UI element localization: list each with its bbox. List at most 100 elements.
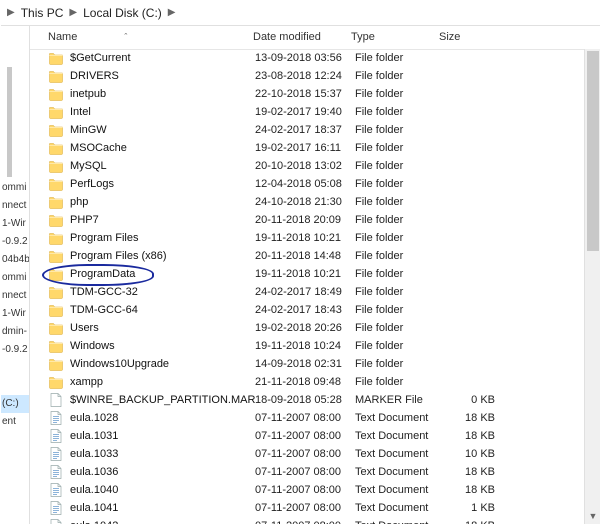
file-date: 20-11-2018 20:09 <box>255 211 355 229</box>
navpane-item[interactable] <box>1 107 29 125</box>
navpane-item[interactable] <box>1 359 29 377</box>
file-name: Program Files <box>70 229 255 247</box>
table-row[interactable]: eula.104007-11-2007 08:00Text Document18… <box>30 481 600 499</box>
navpane-item[interactable]: 1-Wir <box>1 215 29 233</box>
navpane-item[interactable] <box>1 377 29 395</box>
table-row[interactable]: eula.103307-11-2007 08:00Text Document10… <box>30 445 600 463</box>
table-row[interactable]: xampp21-11-2018 09:48File folder <box>30 373 600 391</box>
file-type: File folder <box>355 211 441 229</box>
table-row[interactable]: eula.104107-11-2007 08:00Text Document1 … <box>30 499 600 517</box>
table-row[interactable]: PerfLogs12-04-2018 05:08File folder <box>30 175 600 193</box>
text-file-icon <box>48 428 64 444</box>
table-row[interactable]: eula.103107-11-2007 08:00Text Document18… <box>30 427 600 445</box>
folder-icon <box>48 194 64 210</box>
table-row[interactable]: inetpub22-10-2018 15:37File folder <box>30 85 600 103</box>
column-headers: Name ˆ Date modified Type Size <box>30 25 600 50</box>
navpane-item[interactable]: nnect <box>1 197 29 215</box>
table-row[interactable]: Windows19-11-2018 10:24File folder <box>30 337 600 355</box>
file-type: File folder <box>355 175 441 193</box>
file-name: eula.1031 <box>70 427 255 445</box>
navpane-item[interactable]: ent <box>1 413 29 431</box>
navpane-item[interactable]: -0.9.2 <box>1 341 29 359</box>
file-date: 19-11-2018 10:24 <box>255 337 355 355</box>
navpane-item[interactable] <box>1 161 29 179</box>
column-header-type[interactable]: Type <box>351 31 439 43</box>
explorer-window: ▶ This PC ▶ Local Disk (C:) ▶ omminnect1… <box>0 0 600 525</box>
file-size: 10 KB <box>441 445 499 463</box>
navpane-item[interactable]: 1-Wir <box>1 305 29 323</box>
navigation-pane[interactable]: omminnect1-Wir-0.9.204b4bomminnect1-Wird… <box>1 25 30 524</box>
navpane-item[interactable] <box>1 71 29 89</box>
file-type: File folder <box>355 139 441 157</box>
folder-icon <box>48 86 64 102</box>
table-row[interactable]: TDM-GCC-6424-02-2017 18:43File folder <box>30 301 600 319</box>
chevron-right-icon: ▶ <box>7 1 15 25</box>
folder-icon <box>48 284 64 300</box>
table-row[interactable]: $WINRE_BACKUP_PARTITION.MARKER18-09-2018… <box>30 391 600 409</box>
file-date: 07-11-2007 08:00 <box>255 427 355 445</box>
navpane-item[interactable] <box>1 89 29 107</box>
table-row[interactable]: PHP720-11-2018 20:09File folder <box>30 211 600 229</box>
text-file-icon <box>48 446 64 462</box>
breadcrumb-item[interactable]: Local Disk (C:) <box>83 1 162 25</box>
breadcrumb-item[interactable]: This PC <box>21 1 64 25</box>
column-header-size[interactable]: Size <box>439 31 497 43</box>
folder-icon <box>48 104 64 120</box>
file-type: Text Document <box>355 427 441 445</box>
table-row[interactable]: Intel19-02-2017 19:40File folder <box>30 103 600 121</box>
column-header-name[interactable]: Name ˆ <box>48 31 253 43</box>
table-row[interactable]: DRIVERS23-08-2018 12:24File folder <box>30 67 600 85</box>
file-date: 19-11-2018 10:21 <box>255 229 355 247</box>
scrollbar-thumb[interactable] <box>587 51 599 251</box>
table-row[interactable]: TDM-GCC-3224-02-2017 18:49File folder <box>30 283 600 301</box>
navpane-scrollbar-thumb[interactable] <box>7 67 12 177</box>
column-header-date[interactable]: Date modified <box>253 31 351 43</box>
navpane-item[interactable]: nnect <box>1 287 29 305</box>
navpane-item[interactable] <box>1 35 29 53</box>
table-row[interactable]: $GetCurrent13-09-2018 03:56File folder <box>30 49 600 67</box>
file-name: TDM-GCC-32 <box>70 283 255 301</box>
folder-icon <box>48 248 64 264</box>
navpane-item[interactable]: dmin- <box>1 323 29 341</box>
scroll-down-icon[interactable]: ▼ <box>585 508 600 524</box>
file-date: 19-11-2018 10:21 <box>255 265 355 283</box>
file-type: Text Document <box>355 409 441 427</box>
file-size: 18 KB <box>441 409 499 427</box>
navpane-item[interactable]: (C:) <box>1 395 29 413</box>
folder-icon <box>48 266 64 282</box>
table-row[interactable]: ProgramData19-11-2018 10:21File folder <box>30 265 600 283</box>
text-file-icon <box>48 410 64 426</box>
table-row[interactable]: Program Files (x86)20-11-2018 14:48File … <box>30 247 600 265</box>
table-row[interactable]: MySQL20-10-2018 13:02File folder <box>30 157 600 175</box>
vertical-scrollbar[interactable]: ▲ ▼ <box>584 49 600 524</box>
generic-file-icon <box>48 392 64 408</box>
breadcrumb[interactable]: ▶ This PC ▶ Local Disk (C:) ▶ <box>1 1 600 26</box>
navpane-item[interactable] <box>1 53 29 71</box>
file-name: php <box>70 193 255 211</box>
table-row[interactable]: eula.102807-11-2007 08:00Text Document18… <box>30 409 600 427</box>
file-date: 12-04-2018 05:08 <box>255 175 355 193</box>
navpane-item[interactable]: ommi <box>1 269 29 287</box>
table-row[interactable]: MinGW24-02-2017 18:37File folder <box>30 121 600 139</box>
navpane-item[interactable]: ommi <box>1 179 29 197</box>
navpane-item[interactable]: -0.9.2 <box>1 233 29 251</box>
table-row[interactable]: Users19-02-2018 20:26File folder <box>30 319 600 337</box>
navpane-item[interactable] <box>1 143 29 161</box>
file-type: File folder <box>355 319 441 337</box>
table-row[interactable]: eula.103607-11-2007 08:00Text Document18… <box>30 463 600 481</box>
folder-icon <box>48 374 64 390</box>
table-row[interactable]: MSOCache19-02-2017 16:11File folder <box>30 139 600 157</box>
chevron-right-icon: ▶ <box>168 1 176 25</box>
folder-icon <box>48 212 64 228</box>
folder-icon <box>48 50 64 66</box>
table-row[interactable]: php24-10-2018 21:30File folder <box>30 193 600 211</box>
file-name: xampp <box>70 373 255 391</box>
file-type: MARKER File <box>355 391 441 409</box>
table-row[interactable]: Program Files19-11-2018 10:21File folder <box>30 229 600 247</box>
table-row[interactable]: Windows10Upgrade14-09-2018 02:31File fol… <box>30 355 600 373</box>
navpane-item[interactable] <box>1 125 29 143</box>
file-type: File folder <box>355 355 441 373</box>
column-label: Name <box>48 31 77 43</box>
navpane-item[interactable]: 04b4b <box>1 251 29 269</box>
file-name: eula.1041 <box>70 499 255 517</box>
